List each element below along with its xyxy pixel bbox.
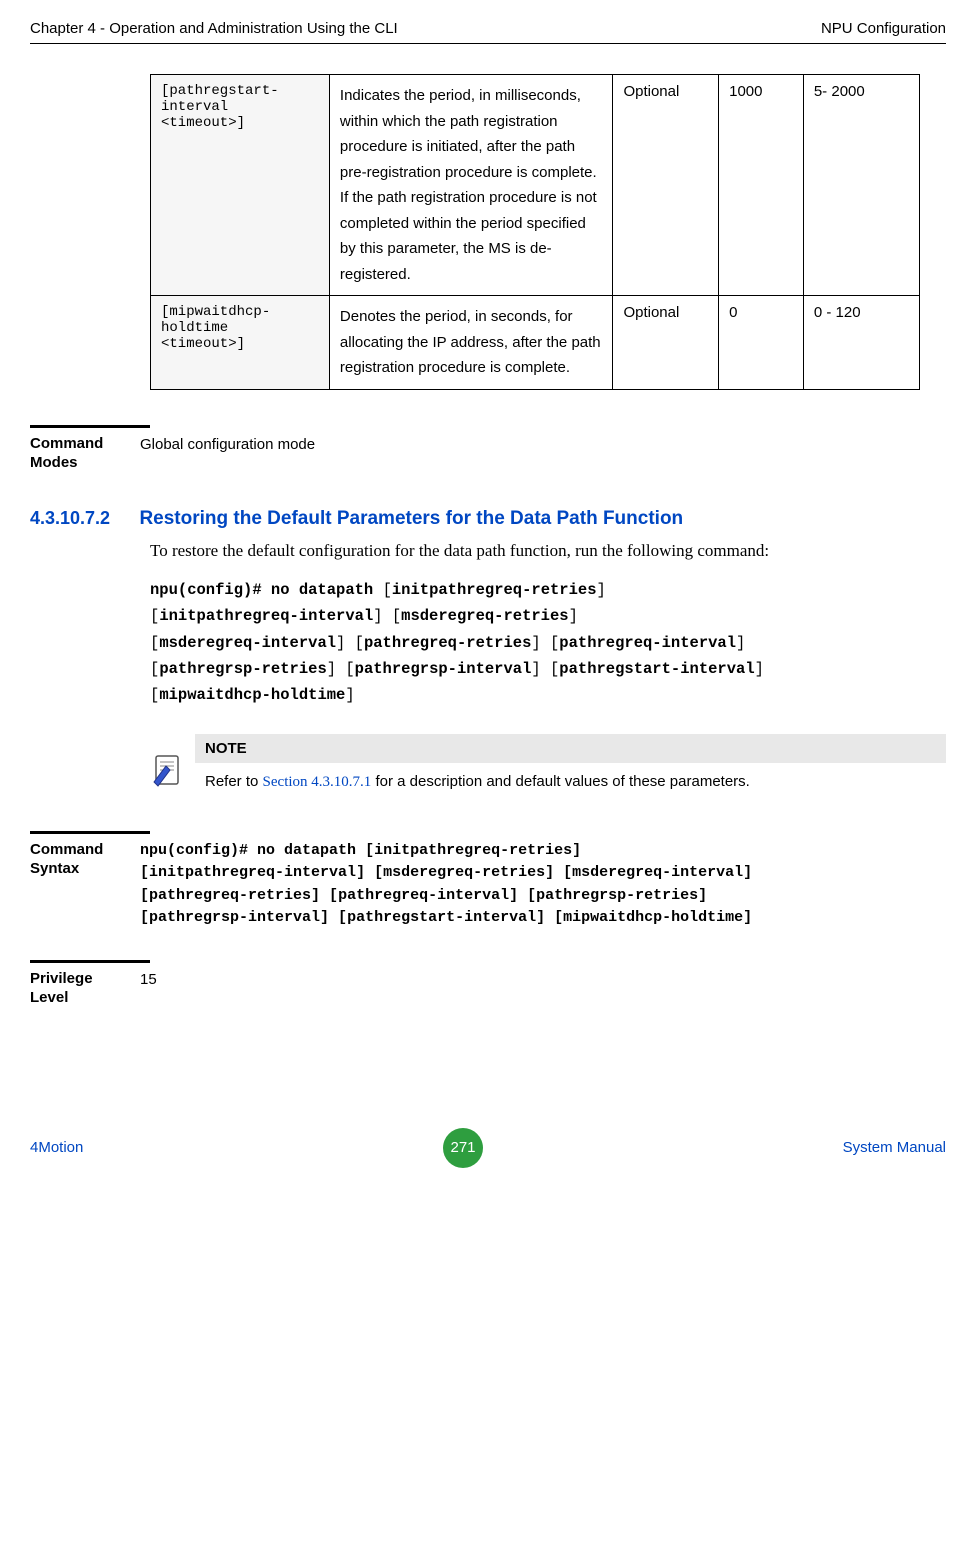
param-name: [mipwaitdhcp-holdtime <timeout>] xyxy=(151,296,330,390)
page-header: Chapter 4 - Operation and Administration… xyxy=(30,20,946,44)
cmd-param: msderegreq-retries xyxy=(401,607,568,625)
note-icon xyxy=(150,752,195,793)
cmd-param: msderegreq-interval xyxy=(159,634,336,652)
cmd-param: msderegreq-interval xyxy=(572,864,743,881)
section-number: 4.3.10.7.2 xyxy=(30,508,135,529)
param-presence: Optional xyxy=(613,296,719,390)
cmd-param: pathregreq-interval xyxy=(338,887,509,904)
footer-right[interactable]: System Manual xyxy=(843,1139,946,1156)
note-body: Refer to Section 4.3.10.7.1 for a descri… xyxy=(195,763,946,801)
note-link[interactable]: Section 4.3.10.7.1 xyxy=(263,774,372,790)
cmd-param: msderegreq-retries xyxy=(383,864,545,881)
param-default: 1000 xyxy=(719,75,804,296)
table-row: [pathregstart-interval <timeout>] Indica… xyxy=(151,75,920,296)
page-footer: 4Motion 271 System Manual xyxy=(0,1128,976,1183)
param-range: 5- 2000 xyxy=(803,75,919,296)
cmd-param: pathregrsp-interval xyxy=(149,909,320,926)
param-range: 0 - 120 xyxy=(803,296,919,390)
privilege-level-value: 15 xyxy=(140,969,946,1008)
cmd-param: pathregrsp-retries xyxy=(159,660,326,678)
footer-left[interactable]: 4Motion xyxy=(30,1139,83,1156)
command-syntax-label: Command Syntax xyxy=(30,840,140,930)
cmd-param: initpathregreq-retries xyxy=(374,842,572,859)
note-text: Refer to xyxy=(205,773,263,790)
section-title: Restoring the Default Parameters for the… xyxy=(139,508,683,529)
table-row: [mipwaitdhcp-holdtime <timeout>] Denotes… xyxy=(151,296,920,390)
param-default: 0 xyxy=(719,296,804,390)
note-header: NOTE xyxy=(195,734,946,763)
cmd-param: mipwaitdhcp-holdtime xyxy=(563,909,743,926)
cmd-param: pathregstart-interval xyxy=(559,660,754,678)
cmd-param: pathregreq-retries xyxy=(149,887,311,904)
param-desc: Denotes the period, in seconds, for allo… xyxy=(329,296,613,390)
cmd-param: pathregrsp-interval xyxy=(355,660,532,678)
header-left: Chapter 4 - Operation and Administration… xyxy=(30,20,398,37)
parameter-table: [pathregstart-interval <timeout>] Indica… xyxy=(150,74,920,390)
cmd-param: pathregrsp-retries xyxy=(536,887,698,904)
command-modes-value: Global configuration mode xyxy=(140,434,946,473)
command-modes-label: Command Modes xyxy=(30,434,140,473)
note-block: NOTE Refer to Section 4.3.10.7.1 for a d… xyxy=(150,734,946,801)
command-syntax-value: npu(config)# no datapath [initpathregreq… xyxy=(140,840,946,930)
cmd-param: pathregreq-retries xyxy=(364,634,531,652)
cmd-prefix: npu(config)# no datapath xyxy=(140,842,356,859)
privilege-level-label: Privilege Level xyxy=(30,969,140,1008)
cmd-param: pathregstart-interval xyxy=(347,909,536,926)
cmd-param: initpathregreq-interval xyxy=(149,864,356,881)
param-name: [pathregstart-interval <timeout>] xyxy=(151,75,330,296)
command-block: npu(config)# no datapath [initpathregreq… xyxy=(150,577,946,709)
note-text: for a description and default values of … xyxy=(371,773,750,790)
cmd-param: initpathregreq-interval xyxy=(159,607,373,625)
cmd-param: pathregreq-interval xyxy=(559,634,736,652)
param-presence: Optional xyxy=(613,75,719,296)
cmd-param: initpathregreq-retries xyxy=(392,581,597,599)
param-desc: Indicates the period, in milliseconds, w… xyxy=(329,75,613,296)
section-body: To restore the default configuration for… xyxy=(150,538,946,564)
header-right: NPU Configuration xyxy=(821,20,946,37)
cmd-prefix: npu(config)# no datapath xyxy=(150,581,373,599)
cmd-param: mipwaitdhcp-holdtime xyxy=(159,686,345,704)
page-number-badge: 271 xyxy=(443,1128,483,1168)
